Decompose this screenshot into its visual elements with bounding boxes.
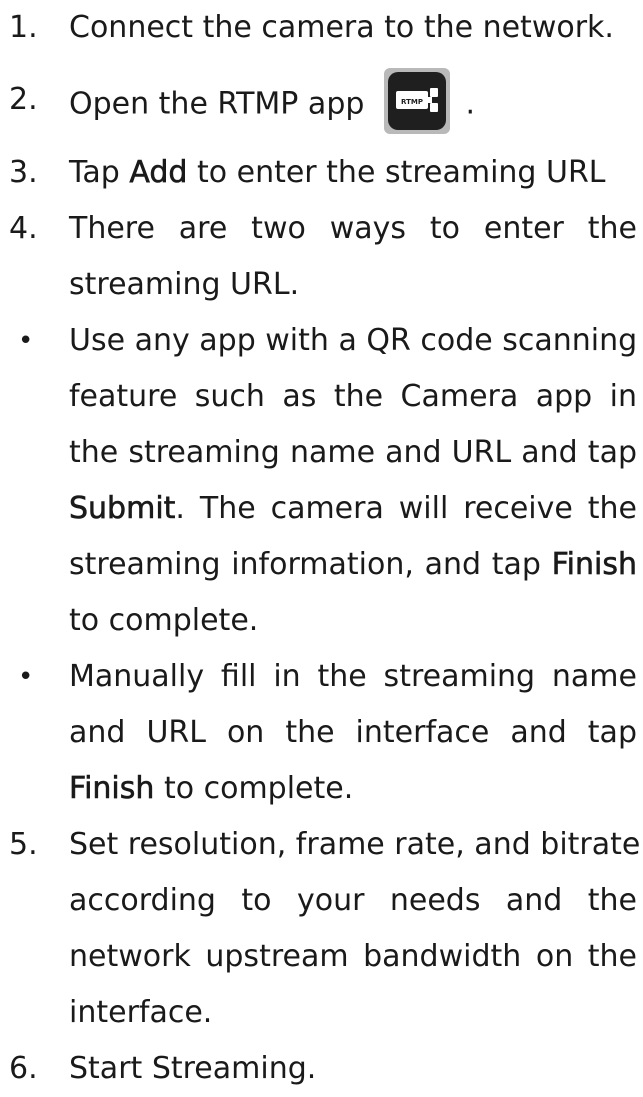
bullet-1-line-3: the streaming name and URL and tap	[0, 425, 643, 481]
step-number: 4.	[9, 211, 38, 246]
step-text-before-icon: Open the RTMP app	[69, 86, 365, 122]
step-text-after-icon: .	[465, 86, 476, 122]
rtmp-app-icon: RTMP	[383, 68, 450, 134]
bullet-text-rest: . The camera will receive the	[175, 491, 637, 526]
step-5-line-1: 5. Set resolution, frame rate, and bitra…	[0, 817, 643, 873]
bullet-text: Use any app with a QR code scanning	[69, 323, 638, 358]
bullet-text: Finish to complete.	[69, 761, 354, 817]
step-text: Start Streaming.	[69, 1051, 317, 1086]
step-2: 2. Open the RTMP app RTMP .	[0, 68, 643, 134]
step-text: Open the RTMP app RTMP .	[69, 68, 476, 138]
ui-term-finish: Finish	[69, 771, 155, 807]
step-text: Connect the camera to the network.	[69, 10, 614, 45]
step-text: streaming URL.	[69, 267, 300, 302]
bullet-text: the streaming name and URL and tap	[69, 435, 637, 470]
bullet-2-line-1: • Manually fill in the streaming name	[0, 649, 643, 705]
ui-term-add: Add	[129, 155, 188, 191]
step-text-after: to enter the streaming URL	[187, 155, 606, 190]
step-text: according to your needs and the	[69, 883, 637, 918]
bullet-2-line-3: Finish to complete.	[0, 761, 643, 817]
step-4-line-1: 4. There are two ways to enter the	[0, 201, 643, 257]
bullet-2-line-2: and URL on the interface and tap	[0, 705, 643, 761]
step-text: Tap Add to enter the streaming URL	[69, 145, 606, 201]
step-number: 3.	[9, 155, 38, 190]
bullet-text: Submit. The camera will receive the	[69, 481, 637, 537]
bullet-marker: •	[18, 326, 34, 356]
bullet-1-line-6: to complete.	[0, 593, 643, 649]
bullet-text-rest: to complete.	[154, 771, 354, 806]
bullet-1-line-2: feature such as the Camera app in	[0, 369, 643, 425]
step-number: 1.	[9, 10, 38, 45]
bullet-1-line-4: Submit. The camera will receive the	[0, 481, 643, 537]
bullet-text: streaming information, and tap Finish	[69, 537, 637, 593]
bullet-1-line-1: • Use any app with a QR code scanning	[0, 313, 643, 369]
step-3: 3. Tap Add to enter the streaming URL	[0, 145, 643, 201]
step-text-before: Tap	[69, 155, 130, 190]
bullet-text: and URL on the interface and tap	[69, 715, 637, 750]
bullet-text-before: streaming information, and tap	[69, 547, 552, 582]
step-5-line-4: interface.	[0, 985, 643, 1041]
step-number: 5.	[9, 827, 38, 862]
bullet-text: Manually fill in the streaming name	[69, 659, 637, 694]
step-text: interface.	[69, 995, 213, 1030]
ui-term-finish: Finish	[551, 547, 637, 583]
bullet-marker: •	[18, 662, 34, 692]
step-text: There are two ways to enter the	[69, 211, 637, 246]
step-4-line-2: streaming URL.	[0, 257, 643, 313]
step-6: 6. Start Streaming.	[0, 1041, 643, 1097]
step-number: 2.	[9, 82, 38, 117]
step-5-line-2: according to your needs and the	[0, 873, 643, 929]
bullet-text: feature such as the Camera app in	[69, 379, 637, 414]
bullet-1-line-5: streaming information, and tap Finish	[0, 537, 643, 593]
instructions-document: 1. Connect the camera to the network. 2.…	[0, 0, 643, 1086]
step-5-line-3: network upstream bandwidth on the	[0, 929, 643, 985]
bullet-text: to complete.	[69, 603, 259, 638]
ui-term-submit: Submit	[69, 491, 176, 527]
rtmp-icon-label: RTMP	[401, 98, 423, 106]
step-number: 6.	[9, 1051, 38, 1086]
step-text: Set resolution, frame rate, and bitrate	[69, 827, 641, 862]
step-1: 1. Connect the camera to the network.	[0, 0, 643, 56]
step-text: network upstream bandwidth on the	[69, 939, 637, 974]
